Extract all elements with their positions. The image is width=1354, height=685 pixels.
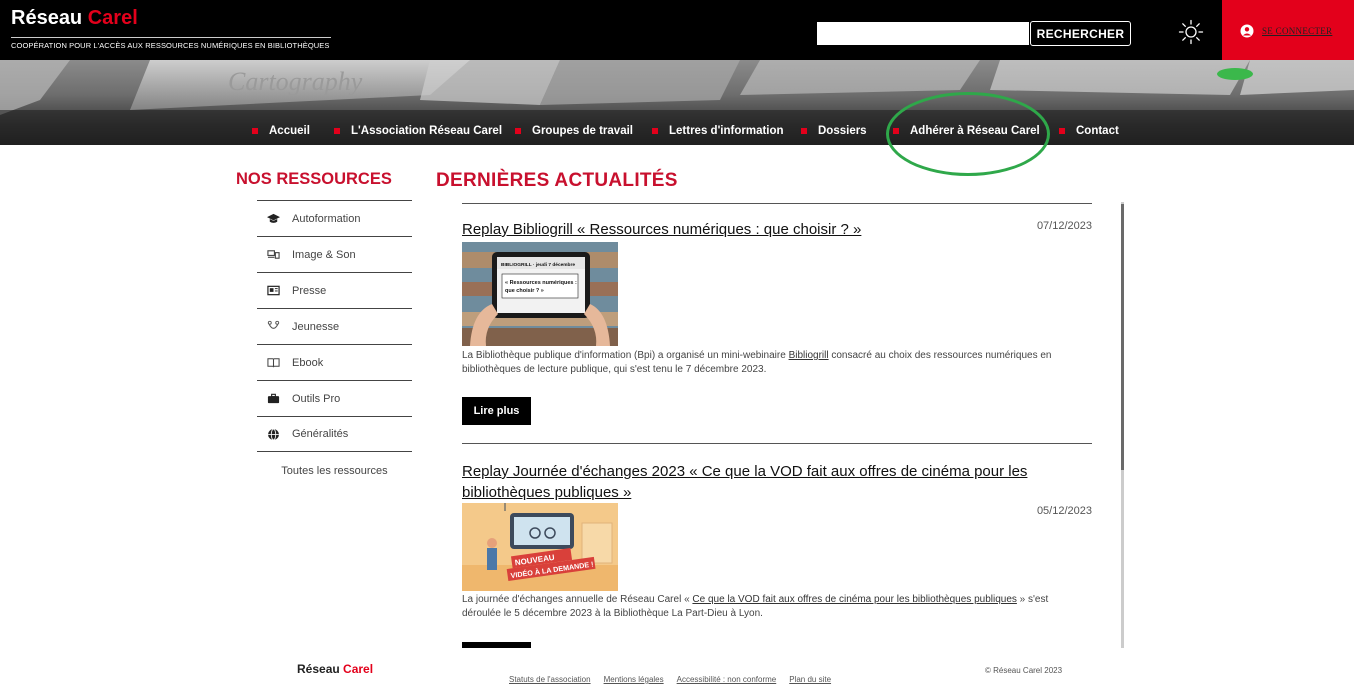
bullet-square bbox=[801, 128, 807, 134]
sidebar-item-ebook[interactable]: Ebook bbox=[257, 344, 412, 380]
sidebar-item-presse[interactable]: Presse bbox=[257, 272, 412, 308]
svg-text:BIBLIOGRILL · jeudi 7 décembre: BIBLIOGRILL · jeudi 7 décembre bbox=[501, 262, 575, 268]
bullet-square bbox=[893, 128, 899, 134]
nav-label: Groupes de travail bbox=[532, 125, 633, 137]
all-resources-link[interactable]: Toutes les ressources bbox=[257, 465, 412, 477]
graduation-cap-icon bbox=[267, 213, 280, 223]
svg-text:« Ressources numériques :: « Ressources numériques : bbox=[505, 280, 577, 286]
nav-groupes[interactable]: Groupes de travail bbox=[515, 124, 633, 138]
sidebar-item-label: Ebook bbox=[292, 356, 324, 369]
film-icon bbox=[267, 250, 280, 259]
toy-icon bbox=[267, 320, 280, 329]
sidebar-item-label: Généralités bbox=[292, 428, 349, 440]
login-button[interactable]: SE CONNECTER bbox=[1222, 0, 1354, 60]
vod-journee-link[interactable]: Ce que la VOD fait aux offres de cinéma … bbox=[692, 594, 1016, 605]
divider bbox=[462, 443, 1092, 444]
bibliogrill-link[interactable]: Bibliogrill bbox=[789, 350, 829, 361]
book-icon bbox=[267, 358, 280, 368]
site-logo[interactable]: Réseau Carel COOPÉRATION POUR L'ACCÈS AU… bbox=[11, 6, 331, 50]
sidebar-item-label: Image & Son bbox=[292, 248, 356, 261]
nav-lettres[interactable]: Lettres d'information bbox=[652, 124, 784, 138]
search-input[interactable] bbox=[817, 22, 1029, 45]
brand-accent: Carel bbox=[87, 7, 138, 29]
bullet-square bbox=[515, 128, 521, 134]
nav-dossiers[interactable]: Dossiers bbox=[801, 124, 867, 138]
article-date: 05/12/2023 bbox=[1036, 505, 1092, 517]
bullet-square bbox=[1059, 128, 1065, 134]
svg-text:que choisir ? »: que choisir ? » bbox=[505, 288, 544, 294]
article-thumbnail[interactable]: NOUVEAU VIDÉO À LA DEMANDE ! bbox=[462, 503, 618, 591]
page-title: DERNIÈRES ACTUALITÉS bbox=[436, 170, 678, 191]
sidebar-item-outils-pro[interactable]: Outils Pro bbox=[257, 380, 412, 416]
nav-label: Accueil bbox=[269, 125, 310, 137]
article-title[interactable]: Replay Journée d'échanges 2023 « Ce que … bbox=[462, 461, 1082, 503]
nav-label: Adhérer à Réseau Carel bbox=[910, 125, 1040, 137]
article-thumbnail[interactable]: BIBLIOGRILL · jeudi 7 décembre « Ressour… bbox=[462, 242, 618, 346]
nav-label: Lettres d'information bbox=[669, 125, 784, 137]
sidebar-item-image-son[interactable]: Image & Son bbox=[257, 236, 412, 272]
article-date: 07/12/2023 bbox=[1036, 220, 1092, 232]
briefcase-icon bbox=[267, 393, 280, 404]
brand-name: Réseau bbox=[11, 7, 83, 29]
tablet-image: BIBLIOGRILL · jeudi 7 décembre « Ressour… bbox=[462, 242, 618, 346]
brand-divider bbox=[11, 37, 331, 38]
footer-link-plan[interactable]: Plan du site bbox=[789, 675, 831, 684]
newspaper-icon bbox=[267, 285, 280, 296]
article-summary: La journée d'échanges annuelle de Réseau… bbox=[462, 594, 1049, 619]
sun-icon[interactable] bbox=[1178, 19, 1204, 45]
nav-adherer[interactable]: Adhérer à Réseau Carel bbox=[893, 124, 1040, 138]
sidebar-item-label: Outils Pro bbox=[292, 392, 341, 405]
nav-label: L'Association Réseau Carel bbox=[351, 125, 503, 137]
sidebar-item-generalites[interactable]: Généralités bbox=[257, 416, 412, 452]
nav-contact[interactable]: Contact bbox=[1059, 124, 1119, 138]
sidebar-item-label: Presse bbox=[292, 284, 327, 297]
read-more-button[interactable] bbox=[462, 642, 531, 648]
divider bbox=[462, 203, 1092, 204]
copyright: © Réseau Carel 2023 bbox=[985, 666, 1063, 675]
sidebar-title: NOS RESSOURCES bbox=[236, 170, 392, 188]
user-icon bbox=[1240, 24, 1254, 38]
resources-list: Autoformation Image & Son Presse Jeuness… bbox=[257, 200, 412, 452]
globe-icon bbox=[268, 428, 279, 440]
footer-link-mentions[interactable]: Mentions légales bbox=[604, 675, 664, 684]
bullet-square bbox=[252, 128, 258, 134]
bullet-square bbox=[334, 128, 340, 134]
svg-text:Cartography: Cartography bbox=[228, 67, 363, 96]
footer-brand-name: Réseau bbox=[297, 662, 340, 676]
vod-illustration: NOUVEAU VIDÉO À LA DEMANDE ! bbox=[462, 503, 618, 591]
nav-accueil[interactable]: Accueil bbox=[252, 124, 310, 138]
nav-label: Contact bbox=[1076, 125, 1119, 137]
article-summary: La Bibliothèque publique d'information (… bbox=[462, 350, 1052, 375]
footer-link-statuts[interactable]: Statuts de l'association bbox=[509, 675, 591, 684]
read-more-button[interactable]: Lire plus bbox=[462, 397, 531, 425]
top-header: Réseau Carel COOPÉRATION POUR L'ACCÈS AU… bbox=[0, 0, 1354, 60]
footer-links: Statuts de l'association Mentions légale… bbox=[509, 675, 831, 684]
nav-association[interactable]: L'Association Réseau Carel bbox=[334, 124, 502, 138]
sidebar-item-label: Autoformation bbox=[292, 212, 361, 225]
footer-link-accessibilite[interactable]: Accessibilité : non conforme bbox=[677, 675, 777, 684]
bullet-square bbox=[652, 128, 658, 134]
nav-label: Dossiers bbox=[818, 125, 867, 137]
footer-logo[interactable]: Réseau Carel bbox=[297, 662, 373, 676]
sidebar-item-jeunesse[interactable]: Jeunesse bbox=[257, 308, 412, 344]
brand-tagline: COOPÉRATION POUR L'ACCÈS AUX RESSOURCES … bbox=[11, 41, 330, 50]
footer-brand-accent: Carel bbox=[343, 662, 374, 676]
search-button[interactable]: RECHERCHER bbox=[1030, 21, 1131, 46]
sidebar-item-autoformation[interactable]: Autoformation bbox=[257, 200, 412, 236]
scrollbar-thumb[interactable] bbox=[1121, 204, 1124, 470]
sidebar-item-label: Jeunesse bbox=[292, 320, 340, 333]
article-title[interactable]: Replay Bibliogrill « Ressources numériqu… bbox=[462, 219, 861, 240]
login-label: SE CONNECTER bbox=[1262, 26, 1333, 36]
